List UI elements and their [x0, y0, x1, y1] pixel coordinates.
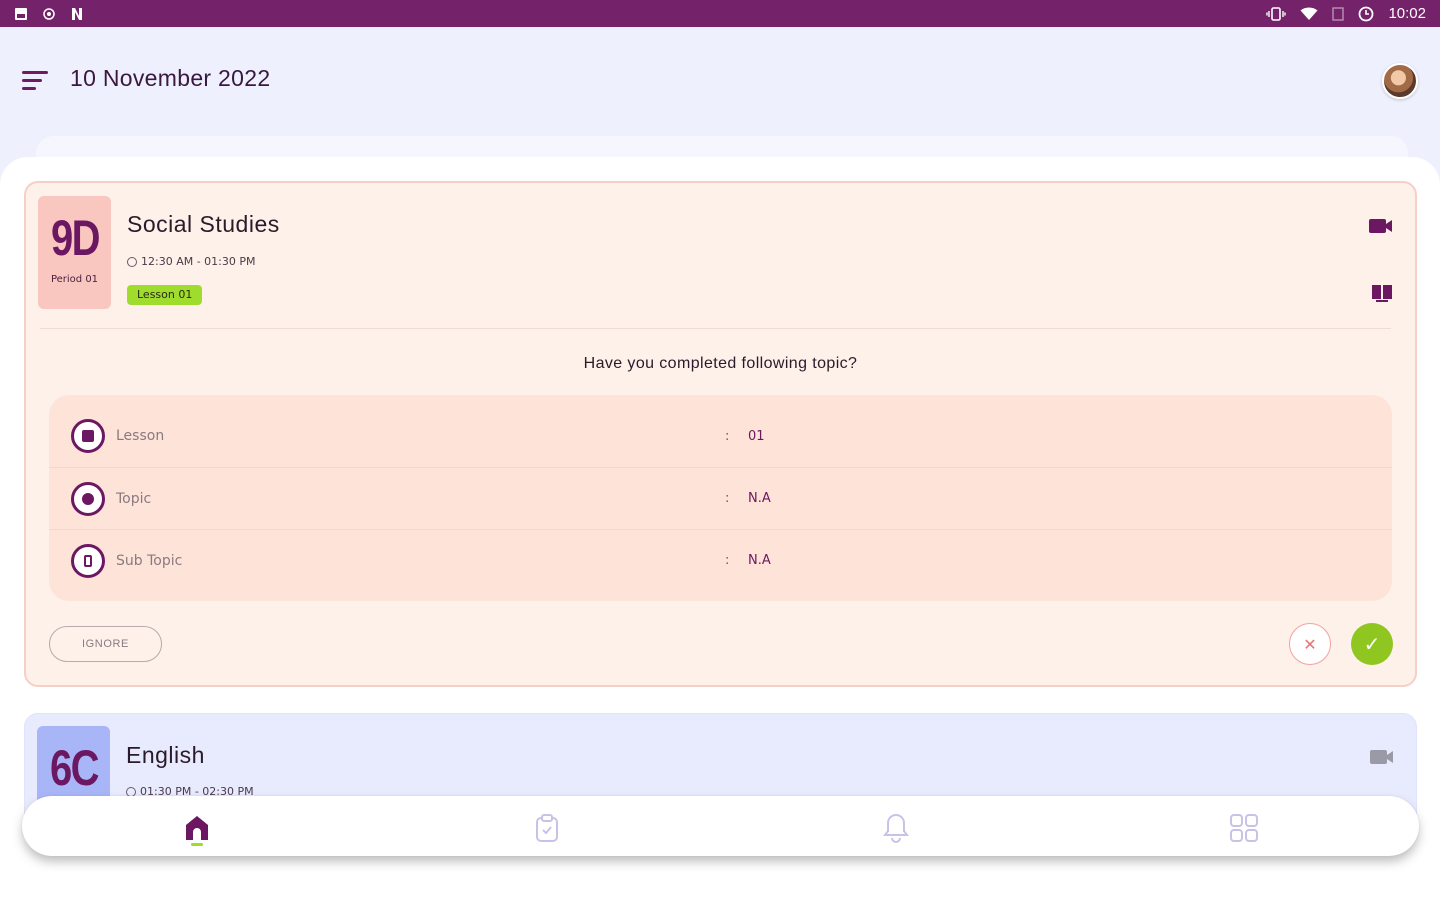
- class-code: 6C: [49, 740, 100, 796]
- alarm-icon: [1359, 6, 1374, 21]
- home-icon: [186, 816, 208, 840]
- nav-more[interactable]: [1224, 808, 1264, 848]
- status-bar-left: [14, 7, 84, 21]
- nav-assignments[interactable]: [527, 808, 567, 848]
- book-icon[interactable]: [1371, 283, 1393, 303]
- status-bar-right: 10:02: [1266, 5, 1426, 22]
- reject-button[interactable]: ✕: [1289, 623, 1331, 665]
- clipboard-icon: [536, 814, 558, 842]
- location-icon: [43, 7, 55, 20]
- topic-details: Lesson : 01 Topic : N.A Sub Topic : N.A: [49, 395, 1392, 601]
- detail-label: Lesson: [116, 428, 165, 444]
- clock-icon: [127, 256, 137, 267]
- status-time: 10:02: [1388, 5, 1426, 22]
- status-bar: 10:02: [0, 0, 1440, 27]
- class-code: 9D: [50, 210, 101, 266]
- period-label: Period 01: [50, 274, 99, 285]
- detail-row-lesson: Lesson : 01: [49, 405, 1392, 467]
- close-icon: ✕: [1303, 634, 1317, 654]
- period-card-social-studies: 9D Period 01 Social Studies 12:30 AM - 0…: [24, 181, 1417, 687]
- avatar[interactable]: [1382, 63, 1418, 99]
- detail-value: 01: [748, 428, 765, 444]
- detail-separator: :: [725, 491, 730, 506]
- bell-icon: [883, 813, 909, 843]
- card-divider: [40, 328, 1391, 329]
- detail-row-subtopic: Sub Topic : N.A: [49, 529, 1392, 591]
- signal-icon: [1332, 6, 1345, 21]
- video-call-icon[interactable]: [1369, 218, 1393, 234]
- detail-value: N.A: [748, 553, 771, 568]
- class-time: 12:30 AM - 01:30 PM: [127, 255, 256, 268]
- menu-icon[interactable]: [22, 69, 50, 95]
- ignore-button[interactable]: IGNORE: [49, 626, 162, 662]
- detail-label: Topic: [116, 490, 152, 507]
- vibrate-icon: [1266, 6, 1287, 21]
- detail-row-topic: Topic : N.A: [49, 467, 1392, 529]
- detail-separator: :: [725, 428, 730, 444]
- video-call-icon[interactable]: [1370, 749, 1394, 765]
- topic-icon: [71, 481, 105, 516]
- app-header: 10 November 2022: [0, 27, 1440, 137]
- nav-home[interactable]: [177, 808, 217, 848]
- lesson-icon: [71, 419, 105, 453]
- grid-icon: [1230, 814, 1258, 842]
- detail-value: N.A: [748, 491, 771, 506]
- image-icon: [15, 7, 27, 20]
- wifi-icon: [1300, 7, 1318, 20]
- class-badge: 9D Period 01: [38, 196, 111, 309]
- completion-question: Have you completed following topic?: [583, 355, 858, 372]
- accept-button[interactable]: ✓: [1351, 623, 1393, 665]
- bottom-navigation: [22, 796, 1419, 856]
- check-icon: ✓: [1363, 632, 1381, 656]
- detail-separator: :: [725, 553, 730, 568]
- active-indicator: [191, 843, 203, 846]
- nav-notifications[interactable]: [876, 808, 916, 848]
- detail-label: Sub Topic: [116, 552, 183, 569]
- class-time-text: 12:30 AM - 01:30 PM: [141, 255, 256, 268]
- clock-icon: [126, 786, 136, 797]
- lesson-chip: Lesson 01: [127, 285, 203, 305]
- subject-title: Social Studies: [127, 211, 280, 237]
- netflix-icon: [72, 7, 82, 20]
- page-title: 10 November 2022: [70, 65, 271, 91]
- subject-title: English: [126, 742, 205, 768]
- subtopic-icon: [71, 543, 105, 578]
